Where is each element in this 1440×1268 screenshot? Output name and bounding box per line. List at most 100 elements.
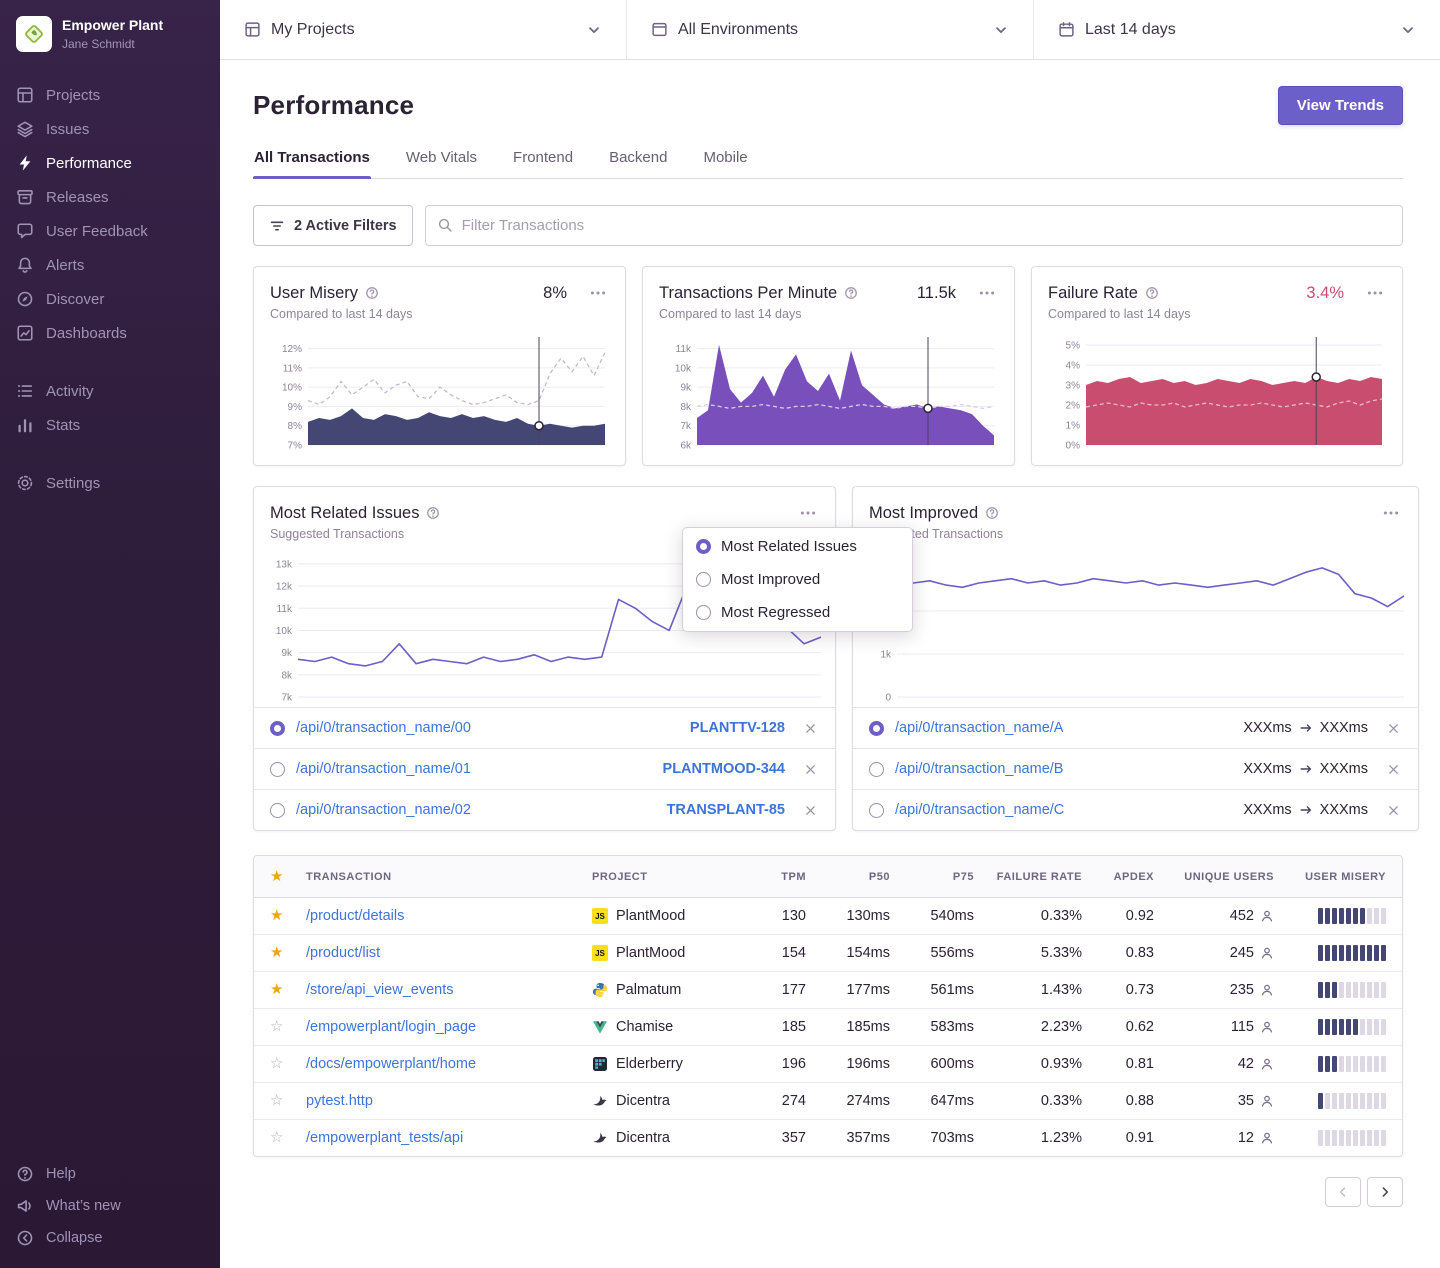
sidebar-item-settings[interactable]: Settings bbox=[0, 466, 220, 500]
star-outline-icon[interactable]: ☆ bbox=[270, 1055, 283, 1072]
radio-button[interactable] bbox=[270, 762, 285, 777]
star-column-header[interactable]: ★ bbox=[254, 856, 298, 897]
transaction-link[interactable]: /api/0/transaction_name/02 bbox=[296, 802, 471, 818]
ellipsis-icon bbox=[799, 504, 817, 522]
misery-bar bbox=[1374, 1019, 1379, 1035]
transaction-link[interactable]: /docs/empowerplant/home bbox=[306, 1056, 476, 1072]
star-outline-icon[interactable]: ☆ bbox=[270, 1018, 283, 1035]
column-header-transaction[interactable]: TRANSACTION bbox=[298, 858, 584, 896]
transactions-per-minute-menu-button[interactable] bbox=[976, 282, 998, 304]
misery-bar bbox=[1325, 908, 1330, 924]
question-icon[interactable] bbox=[1145, 286, 1159, 300]
transaction-link[interactable]: /api/0/transaction_name/B bbox=[895, 761, 1063, 777]
column-header-p75[interactable]: P75 bbox=[898, 858, 982, 896]
column-header-failure-rate[interactable]: FAILURE RATE bbox=[982, 858, 1090, 896]
star-filled-icon[interactable]: ★ bbox=[270, 981, 283, 998]
sidebar-item-help[interactable]: Help bbox=[0, 1158, 220, 1190]
column-header-unique-users[interactable]: UNIQUE USERS bbox=[1162, 858, 1282, 896]
issue-link[interactable]: PLANTMOOD-344 bbox=[663, 761, 785, 777]
dismiss-button[interactable] bbox=[802, 720, 819, 737]
star-outline-icon[interactable]: ☆ bbox=[270, 1129, 283, 1146]
sidebar-item-releases[interactable]: Releases bbox=[0, 180, 220, 214]
question-icon[interactable] bbox=[365, 286, 379, 300]
sidebar-item-dashboards[interactable]: Dashboards bbox=[0, 316, 220, 350]
previous-page-button[interactable] bbox=[1325, 1177, 1361, 1207]
radio-button[interactable] bbox=[696, 605, 711, 620]
radio-button[interactable] bbox=[270, 721, 285, 736]
dismiss-button[interactable] bbox=[802, 802, 819, 819]
question-icon[interactable] bbox=[426, 506, 440, 520]
column-header-project[interactable]: PROJECT bbox=[584, 858, 752, 896]
transaction-link[interactable]: /empowerplant_tests/api bbox=[306, 1130, 463, 1146]
tab-mobile[interactable]: Mobile bbox=[702, 149, 748, 178]
transaction-link[interactable]: /api/0/transaction_name/C bbox=[895, 802, 1064, 818]
column-header-user-misery[interactable]: USER MISERY bbox=[1282, 858, 1402, 896]
dismiss-button[interactable] bbox=[1385, 761, 1402, 778]
transaction-link[interactable]: /product/list bbox=[306, 945, 380, 961]
date-range-picker[interactable]: Last 14 days bbox=[1033, 0, 1440, 59]
dismiss-button[interactable] bbox=[1385, 720, 1402, 737]
radio-button[interactable] bbox=[869, 721, 884, 736]
misery-bar bbox=[1360, 908, 1365, 924]
close-icon bbox=[1387, 763, 1400, 776]
environment-picker[interactable]: All Environments bbox=[626, 0, 1033, 59]
sidebar-item-stats[interactable]: Stats bbox=[0, 408, 220, 442]
transaction-link[interactable]: /api/0/transaction_name/00 bbox=[296, 720, 471, 736]
dismiss-button[interactable] bbox=[802, 761, 819, 778]
radio-button[interactable] bbox=[869, 803, 884, 818]
project-name: Elderberry bbox=[616, 1056, 683, 1072]
transaction-link[interactable]: /empowerplant/login_page bbox=[306, 1019, 476, 1035]
sidebar-item-what-s-new[interactable]: What’s new bbox=[0, 1190, 220, 1222]
failure-rate-menu-button[interactable] bbox=[1364, 282, 1386, 304]
misery-bar bbox=[1318, 1093, 1323, 1109]
user-misery-menu-button[interactable] bbox=[587, 282, 609, 304]
star-filled-icon[interactable]: ★ bbox=[270, 907, 283, 924]
question-icon[interactable] bbox=[844, 286, 858, 300]
issue-link[interactable]: TRANSPLANT-85 bbox=[667, 802, 785, 818]
active-filters-button[interactable]: 2 Active Filters bbox=[253, 205, 413, 246]
tab-backend[interactable]: Backend bbox=[608, 149, 668, 178]
sidebar-item-projects[interactable]: Projects bbox=[0, 78, 220, 112]
transaction-link[interactable]: /api/0/transaction_name/A bbox=[895, 720, 1063, 736]
radio-button[interactable] bbox=[869, 762, 884, 777]
radio-button[interactable] bbox=[696, 539, 711, 554]
issue-link[interactable]: PLANTTV-128 bbox=[690, 720, 785, 736]
sidebar-item-collapse[interactable]: Collapse bbox=[0, 1222, 220, 1254]
column-header-p50[interactable]: P50 bbox=[814, 858, 898, 896]
tab-frontend[interactable]: Frontend bbox=[512, 149, 574, 178]
dropdown-option-most-improved[interactable]: Most Improved bbox=[683, 563, 912, 596]
sidebar-item-performance[interactable]: Performance bbox=[0, 146, 220, 180]
radio-button[interactable] bbox=[696, 572, 711, 587]
transaction-search-input[interactable] bbox=[425, 205, 1403, 246]
transaction-link[interactable]: /api/0/transaction_name/01 bbox=[296, 761, 471, 777]
next-page-button[interactable] bbox=[1367, 1177, 1403, 1207]
most-related-issues-menu-button[interactable] bbox=[797, 502, 819, 524]
dropdown-option-most-regressed[interactable]: Most Regressed bbox=[683, 596, 912, 629]
dismiss-button[interactable] bbox=[1385, 802, 1402, 819]
project-cell: Palmatum bbox=[584, 972, 752, 1008]
tab-all-transactions[interactable]: All Transactions bbox=[253, 149, 371, 178]
project-picker[interactable]: My Projects bbox=[220, 0, 626, 59]
transaction-link[interactable]: /product/details bbox=[306, 908, 404, 924]
org-switcher[interactable]: Empower Plant Jane Schmidt bbox=[0, 0, 220, 70]
duration-change: XXXmsXXXms bbox=[1243, 761, 1368, 777]
star-outline-icon[interactable]: ☆ bbox=[270, 1092, 283, 1109]
radio-button[interactable] bbox=[270, 803, 285, 818]
sidebar-item-alerts[interactable]: Alerts bbox=[0, 248, 220, 282]
misery-bar bbox=[1325, 1093, 1330, 1109]
transaction-link[interactable]: pytest.http bbox=[306, 1093, 373, 1109]
tab-web-vitals[interactable]: Web Vitals bbox=[405, 149, 478, 178]
sidebar-item-activity[interactable]: Activity bbox=[0, 374, 220, 408]
p50-cell: 196ms bbox=[814, 1046, 898, 1082]
sidebar-item-user-feedback[interactable]: User Feedback bbox=[0, 214, 220, 248]
most-improved-menu-button[interactable] bbox=[1380, 502, 1402, 524]
transaction-link[interactable]: /store/api_view_events bbox=[306, 982, 454, 998]
sidebar-item-issues[interactable]: Issues bbox=[0, 112, 220, 146]
sidebar-item-discover[interactable]: Discover bbox=[0, 282, 220, 316]
question-icon[interactable] bbox=[985, 506, 999, 520]
column-header-apdex[interactable]: APDEX bbox=[1090, 858, 1162, 896]
column-header-tpm[interactable]: TPM bbox=[752, 858, 814, 896]
dropdown-option-most-related-issues[interactable]: Most Related Issues bbox=[683, 530, 912, 563]
view-trends-button[interactable]: View Trends bbox=[1278, 86, 1403, 125]
star-filled-icon[interactable]: ★ bbox=[270, 944, 283, 961]
